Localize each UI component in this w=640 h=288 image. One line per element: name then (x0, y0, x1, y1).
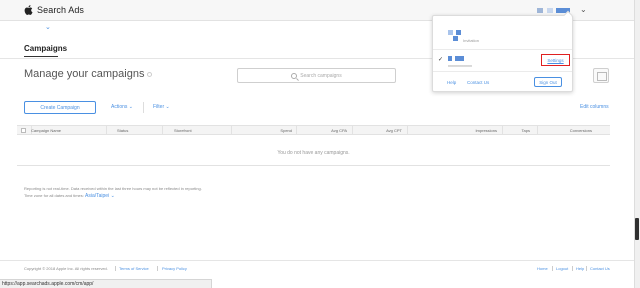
footer-home-link[interactable]: Home (537, 266, 548, 271)
footer-separator (157, 266, 158, 271)
privacy-link[interactable]: Privacy Policy (162, 266, 187, 271)
column-divider (296, 126, 297, 135)
col-taps[interactable]: Taps (502, 128, 530, 133)
brand-name: Search Ads (37, 5, 85, 15)
action-divider (143, 102, 144, 113)
scrollbar-track[interactable] (634, 0, 640, 288)
column-divider (407, 126, 408, 135)
menu-divider (433, 49, 572, 50)
settings-button[interactable]: Settings (541, 54, 570, 66)
account-avatar-1c (453, 36, 458, 41)
column-divider (537, 126, 538, 135)
actions-dropdown[interactable]: Actions ⌄ (111, 104, 133, 110)
chevron-down-icon[interactable]: ⌄ (580, 5, 587, 14)
footer-separator (552, 266, 553, 271)
search-placeholder: Search campaigns (300, 72, 342, 79)
apple-icon (24, 5, 33, 15)
column-divider (106, 126, 107, 135)
brand[interactable]: Search Ads (24, 5, 84, 15)
filter-dropdown[interactable]: Filter ⌄ (153, 104, 170, 110)
account-2-subtitle: xxxxxxxxxxxx (448, 63, 472, 68)
account-avatar-1 (448, 30, 453, 35)
actions-label: Actions (111, 104, 128, 110)
col-conversions[interactable]: Conversions (547, 128, 592, 133)
search-icon (291, 72, 298, 79)
scrollbar-thumb[interactable] (635, 218, 639, 240)
page-title: Manage your campaigns (24, 68, 153, 80)
column-divider (231, 126, 232, 135)
col-spend[interactable]: Spend (262, 128, 292, 133)
column-divider (162, 126, 163, 135)
table-bottom-border (17, 165, 610, 166)
terms-link[interactable]: Terms of Service (119, 266, 149, 271)
account-1-subtitle: Invitation (463, 38, 480, 43)
col-impressions[interactable]: Impressions (457, 128, 497, 133)
info-icon[interactable] (147, 71, 153, 77)
footer-divider (0, 260, 634, 261)
create-campaign-button[interactable]: Create Campaign (24, 101, 96, 114)
col-storefront[interactable]: Storefront (174, 128, 192, 133)
contact-us-link[interactable]: Contact Us (467, 80, 489, 85)
help-link[interactable]: Help (447, 80, 456, 85)
footer-help-link[interactable]: Help (576, 266, 584, 271)
app-switcher-chevron-icon[interactable]: ⌄ (45, 23, 51, 31)
filter-label: Filter (153, 104, 165, 110)
status-bar-url: https://app.searchads.apple.com/cm/app/ (0, 279, 212, 288)
footer-logout-link[interactable]: Logout (556, 266, 568, 271)
table-header: Campaign Name Status Storefront Spend Av… (17, 125, 610, 135)
tab-active-indicator (24, 56, 58, 57)
footer-contact-link[interactable]: Contact Us (590, 266, 610, 271)
col-avg-cpa[interactable]: Avg CPA (317, 128, 347, 133)
search-input[interactable]: Search campaigns (237, 68, 396, 83)
check-icon: ✓ (438, 57, 444, 63)
account-avatar-secondary (547, 8, 553, 13)
timezone-note: Time zone for all dates and times: Asia/… (24, 193, 115, 199)
select-all-checkbox[interactable] (21, 128, 26, 133)
page-title-text: Manage your campaigns (24, 68, 145, 80)
calendar-icon[interactable] (593, 68, 609, 83)
timezone-link[interactable]: Asia/Taipei ⌄ (85, 193, 115, 199)
timezone-value: Asia/Taipei (85, 193, 110, 199)
footer-separator (115, 266, 116, 271)
timezone-note-label: Time zone for all dates and times: (24, 193, 84, 198)
col-status[interactable]: Status (117, 128, 128, 133)
account-name-2-masked (455, 56, 464, 61)
account-avatar[interactable] (537, 8, 543, 13)
edit-columns-link[interactable]: Edit columns (580, 104, 609, 110)
menu-divider (433, 71, 572, 72)
footer-separator (586, 266, 587, 271)
account-avatar-2 (448, 56, 452, 61)
column-divider (352, 126, 353, 135)
empty-table-message: You do not have any campaigns. (277, 150, 350, 156)
account-dropdown-menu: Invitation ✓ xxxxxxxxxxxx Settings Help … (432, 10, 573, 92)
col-campaign-name[interactable]: Campaign Name (31, 128, 61, 133)
account-avatar-1b (456, 30, 461, 35)
sign-out-button[interactable]: Sign Out (534, 77, 562, 87)
copyright-text: Copyright © 2018 Apple Inc. All rights r… (24, 266, 108, 271)
tab-campaigns[interactable]: Campaigns (24, 44, 67, 53)
col-avg-cpt[interactable]: Avg CPT (372, 128, 402, 133)
footer-separator (572, 266, 573, 271)
reporting-note: Reporting is not real-time. Data receive… (24, 186, 202, 191)
